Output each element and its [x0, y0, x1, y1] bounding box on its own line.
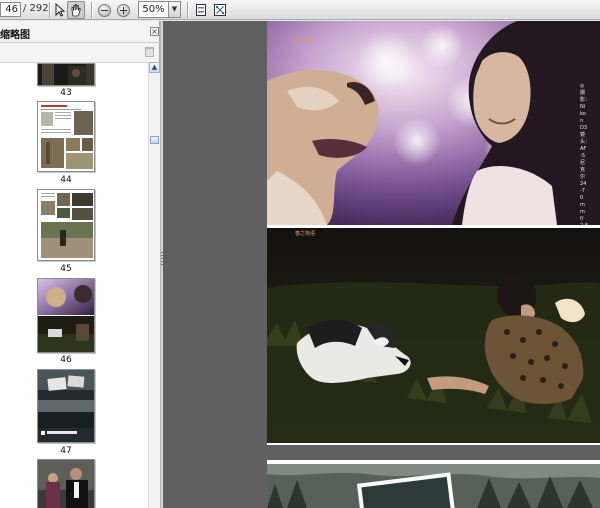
fit-width-icon[interactable] — [211, 1, 229, 19]
zoom-in-icon[interactable] — [114, 1, 132, 19]
hand-icon[interactable] — [67, 1, 85, 19]
thumbnail-page-number: 47 — [60, 446, 72, 456]
thumbnail-page[interactable] — [37, 101, 95, 172]
divider — [0, 42, 160, 43]
document-viewport[interactable]: 春之物语 ◎ 摄影：Nikon D3 镜头：AF-S 尼克尔 24-70mm f… — [163, 21, 600, 508]
page-total-label: / 292 — [23, 3, 49, 14]
thumbnail-page-number: 45 — [60, 264, 72, 274]
panel-title: 缩略图 — [0, 30, 30, 41]
thumbnail-scrollbar[interactable]: ▲ — [148, 62, 160, 508]
zoom-input[interactable]: 50% — [138, 1, 169, 18]
photo-caption-vertical: ◎ 摄影：Nikon D3 镜头：AF-S 尼克尔 24-70mm f/2.8G… — [580, 83, 591, 225]
toolbar: 46 / 292 50% ▼ — [0, 0, 600, 20]
thumbnail-page[interactable] — [37, 369, 95, 443]
thumbnail-panel: 缩略图 × 43 44 45 46 47 ▲ — [0, 21, 160, 508]
toolbar-separator — [91, 2, 92, 18]
thumbnail-page-selected[interactable] — [37, 278, 95, 353]
pdf-page: 春之物语 ◎ 摄影：Nikon D3 镜头：AF-S 尼克尔 24-70mm f… — [267, 21, 600, 445]
thumbnail-page-number: 46 — [60, 355, 72, 365]
page-photo-top — [267, 464, 600, 508]
toolbar-separator — [187, 2, 188, 18]
toolbar-separator — [49, 2, 50, 18]
page-photo-bottom: 春之物语 — [267, 228, 600, 443]
page-header-label: 春之物语 — [295, 231, 316, 237]
thumbnail-page-number: 43 — [60, 88, 72, 98]
zoom-out-icon[interactable] — [95, 1, 113, 19]
thumbnail-page[interactable] — [37, 189, 95, 261]
thumbnail-page[interactable] — [37, 63, 95, 86]
delete-page-icon[interactable] — [145, 47, 154, 57]
page-photo-top: 春之物语 ◎ 摄影：Nikon D3 镜头：AF-S 尼克尔 24-70mm f… — [267, 21, 600, 225]
thumbnail-page-number: 44 — [60, 175, 72, 185]
scroll-up-button[interactable]: ▲ — [149, 62, 160, 73]
fit-page-icon[interactable] — [192, 1, 210, 19]
page-bottom-margin — [267, 443, 600, 445]
page-header-label: 春之物语 — [293, 38, 314, 44]
scrollbar-thumb[interactable] — [150, 136, 159, 144]
pdf-page — [267, 460, 600, 508]
thumbnail-list[interactable]: 43 44 45 46 47 — [0, 62, 148, 508]
thumbnail-page[interactable] — [37, 459, 95, 508]
pdf-reader-window: 46 / 292 50% ▼ 缩略图 × 43 44 45 46 47 ▲ 春之… — [0, 0, 600, 508]
close-icon[interactable]: × — [150, 27, 159, 36]
page-number-input[interactable]: 46 — [0, 2, 21, 17]
zoom-dropdown-button[interactable]: ▼ — [168, 1, 181, 18]
